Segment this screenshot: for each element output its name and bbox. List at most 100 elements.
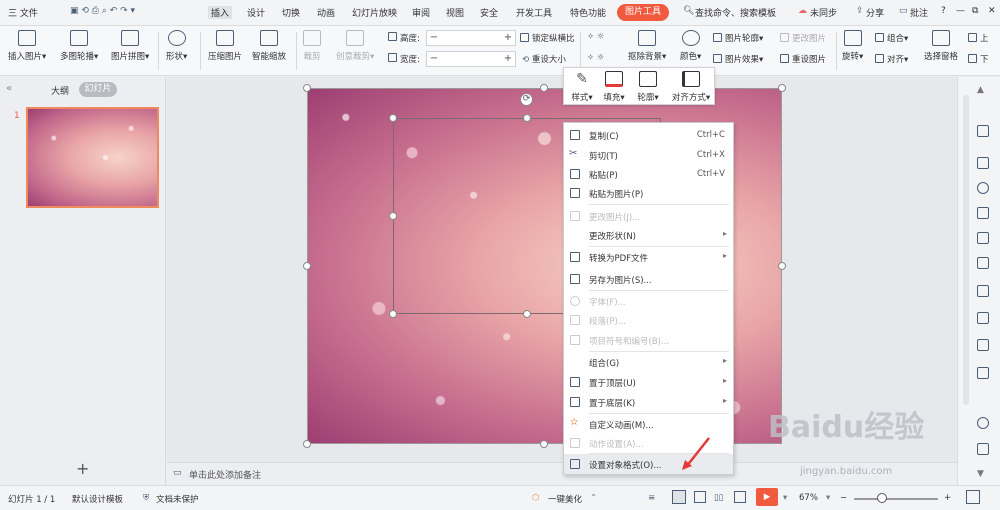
tab-transition[interactable]: 切换 bbox=[282, 6, 300, 19]
sync-status[interactable]: 未同步 bbox=[810, 6, 837, 19]
inner-handle-top[interactable] bbox=[523, 114, 531, 122]
picture-effect-button[interactable]: 图片效果▾ bbox=[713, 53, 763, 65]
creative-crop-button[interactable]: 创意裁剪▾ bbox=[336, 28, 374, 62]
menu-custom-animation[interactable]: ✫ 自定义动画(M)... bbox=[564, 414, 733, 434]
comment-button[interactable]: 批注 bbox=[910, 6, 928, 19]
menu-cut[interactable]: ✂ 剪切(T) Ctrl+X bbox=[564, 145, 733, 165]
grid-icon[interactable] bbox=[977, 232, 989, 244]
resize-handle-tl[interactable] bbox=[303, 84, 311, 92]
tab-slideshow[interactable]: 幻灯片放映 bbox=[352, 6, 397, 19]
scroll-down-icon[interactable]: ▼ bbox=[977, 469, 989, 481]
zoom-level[interactable]: 67% bbox=[799, 493, 818, 503]
zoom-slider-thumb[interactable] bbox=[877, 493, 887, 503]
document-icon[interactable] bbox=[977, 312, 989, 324]
tab-design[interactable]: 设计 bbox=[247, 6, 265, 19]
picture-outline-button[interactable]: 图片轮廓▾ bbox=[713, 32, 763, 44]
menu-group[interactable]: 组合(G) ▸ bbox=[564, 352, 733, 372]
tab-animation[interactable]: 动画 bbox=[317, 6, 335, 19]
group-button[interactable]: 组合▾ bbox=[875, 32, 908, 44]
mini-fill-button[interactable]: 填充▾ bbox=[596, 70, 632, 103]
resize-handle-top[interactable] bbox=[540, 84, 548, 92]
add-slide-button[interactable]: + bbox=[76, 459, 89, 478]
play-dropdown-icon[interactable]: ▾ bbox=[783, 493, 787, 503]
tab-picture-tools[interactable]: 图片工具 bbox=[617, 4, 669, 21]
picture-icon[interactable] bbox=[977, 285, 989, 297]
beautify-button[interactable]: 一键美化 bbox=[548, 493, 582, 505]
inner-handle-bl[interactable] bbox=[389, 310, 397, 318]
tab-features[interactable]: 特色功能 bbox=[570, 6, 606, 19]
mini-align-button[interactable]: 对齐方式▾ bbox=[668, 70, 714, 103]
menu-convert-pdf[interactable]: 转换为PDF文件 ▸ bbox=[564, 247, 733, 267]
presenter-view-icon[interactable] bbox=[734, 491, 746, 503]
height-increment[interactable]: + bbox=[501, 31, 515, 45]
shield-icon[interactable] bbox=[977, 443, 989, 455]
align-button[interactable]: 对齐▾ bbox=[875, 53, 908, 65]
file-menu[interactable]: 三 文件 bbox=[8, 6, 38, 19]
style-icon[interactable] bbox=[977, 207, 989, 219]
tab-slides[interactable]: 幻灯片 bbox=[79, 82, 117, 97]
brightness-icons[interactable]: ✧ ☼ bbox=[587, 53, 604, 63]
tab-security[interactable]: 安全 bbox=[480, 6, 498, 19]
chart-icon[interactable] bbox=[977, 257, 989, 269]
reset-size-button[interactable]: ⟲ 重设大小 bbox=[522, 53, 566, 65]
normal-view-icon[interactable] bbox=[672, 490, 686, 504]
table-icon[interactable] bbox=[977, 339, 989, 351]
resize-handle-bl[interactable] bbox=[303, 440, 311, 448]
reading-view-icon[interactable]: ▯▯ bbox=[714, 493, 723, 503]
resize-handle-tr[interactable] bbox=[778, 84, 786, 92]
menu-paragraph[interactable]: 段落(P)... bbox=[564, 310, 733, 330]
notes-toggle-icon[interactable]: ≡ bbox=[648, 493, 655, 503]
rotate-button[interactable]: 旋转▾ bbox=[842, 28, 863, 62]
send-down-button[interactable]: 下 bbox=[968, 53, 989, 65]
zoom-dropdown-icon[interactable]: ▾ bbox=[826, 493, 830, 503]
rotate-handle-icon[interactable]: ⟳ bbox=[520, 93, 533, 106]
location-icon[interactable] bbox=[977, 182, 989, 194]
resize-handle-right[interactable] bbox=[778, 262, 786, 270]
height-decrement[interactable]: − bbox=[427, 31, 441, 45]
menu-paste[interactable]: 粘贴(P) Ctrl+V bbox=[564, 164, 733, 184]
bring-up-button[interactable]: 上 bbox=[968, 32, 989, 44]
command-search[interactable]: 查找命令、搜索模板 bbox=[695, 6, 776, 19]
collapse-panel-icon[interactable]: « bbox=[6, 83, 12, 94]
zoom-slider-track[interactable] bbox=[854, 498, 938, 500]
menu-change-picture[interactable]: 更改图片(J)... bbox=[564, 206, 733, 226]
menu-copy[interactable]: 复制(C) Ctrl+C bbox=[564, 125, 733, 145]
help-button[interactable]: ? bbox=[941, 6, 946, 16]
tab-review[interactable]: 审阅 bbox=[412, 6, 430, 19]
resize-handle-bottom[interactable] bbox=[540, 440, 548, 448]
remove-background-button[interactable]: 抠除背景▾ bbox=[628, 28, 666, 62]
zoom-in-button[interactable]: + bbox=[944, 493, 951, 503]
chevron-up-icon[interactable]: ⌃ bbox=[590, 493, 597, 503]
fit-window-icon[interactable] bbox=[966, 490, 980, 504]
menu-send-to-back[interactable]: 置于底层(K) ▸ bbox=[564, 392, 733, 412]
menu-change-shape[interactable]: 更改形状(N) ▸ bbox=[564, 225, 733, 245]
protect-status[interactable]: 文档未保护 bbox=[156, 493, 199, 505]
tab-insert[interactable]: 插入 bbox=[208, 6, 233, 19]
restore-button[interactable]: ⧉ bbox=[972, 6, 978, 16]
help-icon[interactable] bbox=[977, 417, 989, 429]
scroll-up-icon[interactable]: ▲ bbox=[977, 85, 989, 97]
inner-handle-bottom[interactable] bbox=[523, 310, 531, 318]
crop-button[interactable]: 裁剪 bbox=[303, 28, 321, 62]
sorter-view-icon[interactable] bbox=[694, 491, 706, 503]
insert-picture-button[interactable]: 插入图片▾ bbox=[8, 28, 46, 62]
compress-picture-button[interactable]: 压缩图片 bbox=[208, 28, 242, 62]
tab-view[interactable]: 视图 bbox=[446, 6, 464, 19]
menu-font[interactable]: 字体(F)... bbox=[564, 291, 733, 311]
picture-collage-button[interactable]: 图片拼图▾ bbox=[111, 28, 149, 62]
width-decrement[interactable]: − bbox=[427, 52, 441, 66]
menu-bullets[interactable]: 项目符号和编号(B)... bbox=[564, 330, 733, 350]
object-properties-icon[interactable] bbox=[977, 125, 989, 137]
adjust-icons[interactable]: ✧ ☼ bbox=[587, 32, 604, 42]
tab-outline[interactable]: 大纲 bbox=[51, 84, 69, 97]
share-button[interactable]: 分享 bbox=[866, 6, 884, 19]
menu-save-as-picture[interactable]: 另存为图片(S)... bbox=[564, 269, 733, 289]
mini-outline-button[interactable]: 轮廓▾ bbox=[630, 70, 666, 103]
inbox-icon[interactable] bbox=[977, 367, 989, 379]
inner-handle-tl[interactable] bbox=[389, 114, 397, 122]
inner-handle-left[interactable] bbox=[389, 212, 397, 220]
design-template[interactable]: 默认设计模板 bbox=[72, 493, 123, 505]
multi-outline-button[interactable]: 多图轮播▾ bbox=[60, 28, 98, 62]
smart-zoom-button[interactable]: 智能缩放 bbox=[252, 28, 286, 62]
vertical-scrollbar[interactable] bbox=[963, 95, 969, 405]
